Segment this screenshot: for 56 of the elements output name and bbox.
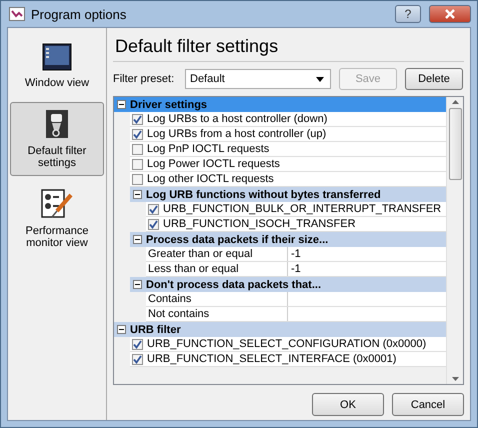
checkbox[interactable] [148, 218, 159, 230]
collapse-icon[interactable] [117, 325, 126, 334]
help-button[interactable]: ? [395, 5, 421, 23]
property-value-field[interactable]: -1 [288, 248, 446, 260]
dialog-button[interactable]: Cancel [392, 393, 464, 416]
checkbox[interactable] [132, 144, 143, 154]
scroll-up-icon[interactable] [452, 100, 458, 104]
tree-group-header[interactable]: Process data packets if their size... [130, 232, 446, 247]
checkbox-option[interactable]: URB_FUNCTION_SELECT_INTERFACE (0x0001) [130, 352, 446, 367]
dialog-button[interactable]: OK [312, 393, 384, 416]
checkbox[interactable] [148, 204, 159, 214]
checkbox-option[interactable]: Log URBs from a host controller (up) [130, 127, 446, 142]
checkbox-option[interactable]: Log Power IOCTL requests [130, 157, 446, 172]
page-heading: Default filter settings [113, 34, 464, 62]
collapse-icon[interactable] [133, 280, 142, 289]
property-label: Greater than or equal [146, 247, 288, 261]
close-button[interactable] [429, 5, 471, 23]
sidebar-item[interactable]: Window view [10, 36, 104, 96]
tree-group-header[interactable]: URB filter [114, 322, 446, 337]
device-icon [45, 109, 69, 139]
checkbox-option[interactable]: URB_FUNCTION_BULK_OR_INTERRUPT_TRANSFER [146, 202, 446, 217]
window-title: Program options [31, 6, 128, 22]
checkbox-option[interactable]: URB_FUNCTION_SELECT_CONFIGURATION (0x0000) [130, 337, 446, 352]
preset-button[interactable]: Delete [405, 68, 463, 90]
property-label: Contains [146, 292, 288, 306]
sidebar-item[interactable]: Default filter settings [10, 102, 104, 176]
tree-group-header[interactable]: Driver settings [114, 97, 446, 112]
property-label: Not contains [146, 307, 288, 321]
property-label: Less than or equal [146, 262, 288, 276]
collapse-icon[interactable] [117, 100, 126, 109]
checkbox[interactable] [132, 174, 143, 184]
property-value-field[interactable]: -1 [288, 263, 446, 275]
close-icon [444, 9, 456, 19]
filter-preset-label: Filter preset: [113, 73, 176, 85]
app-icon [9, 7, 25, 21]
checkbox-option[interactable]: Log URBs to a host controller (down) [130, 112, 446, 127]
collapse-icon[interactable] [133, 235, 142, 244]
tree-group-header[interactable]: Log URB functions without bytes transferred [130, 187, 446, 202]
scroll-down-icon[interactable] [452, 377, 458, 381]
checkbox-option[interactable]: Log PnP IOCTL requests [130, 142, 446, 157]
checkbox[interactable] [132, 338, 143, 350]
checkbox[interactable] [132, 128, 143, 140]
checklist-pen-icon [41, 189, 73, 219]
checkbox[interactable] [132, 158, 143, 170]
checkbox[interactable] [132, 354, 143, 364]
collapse-icon[interactable] [133, 190, 142, 199]
scrollbar[interactable] [446, 97, 463, 384]
checkbox-option[interactable]: Log other IOCTL requests [130, 172, 446, 187]
dropdown-arrow-icon [316, 76, 324, 82]
window-icon [42, 43, 72, 71]
checkbox-option[interactable]: URB_FUNCTION_ISOCH_TRANSFER [146, 217, 446, 232]
checkbox[interactable] [132, 114, 143, 124]
tree-group-header[interactable]: Don't process data packets that... [130, 277, 446, 292]
sidebar-item[interactable]: Performance monitor view [10, 182, 104, 256]
filter-preset-dropdown[interactable]: Default [185, 69, 331, 89]
scroll-thumb[interactable] [448, 108, 462, 180]
